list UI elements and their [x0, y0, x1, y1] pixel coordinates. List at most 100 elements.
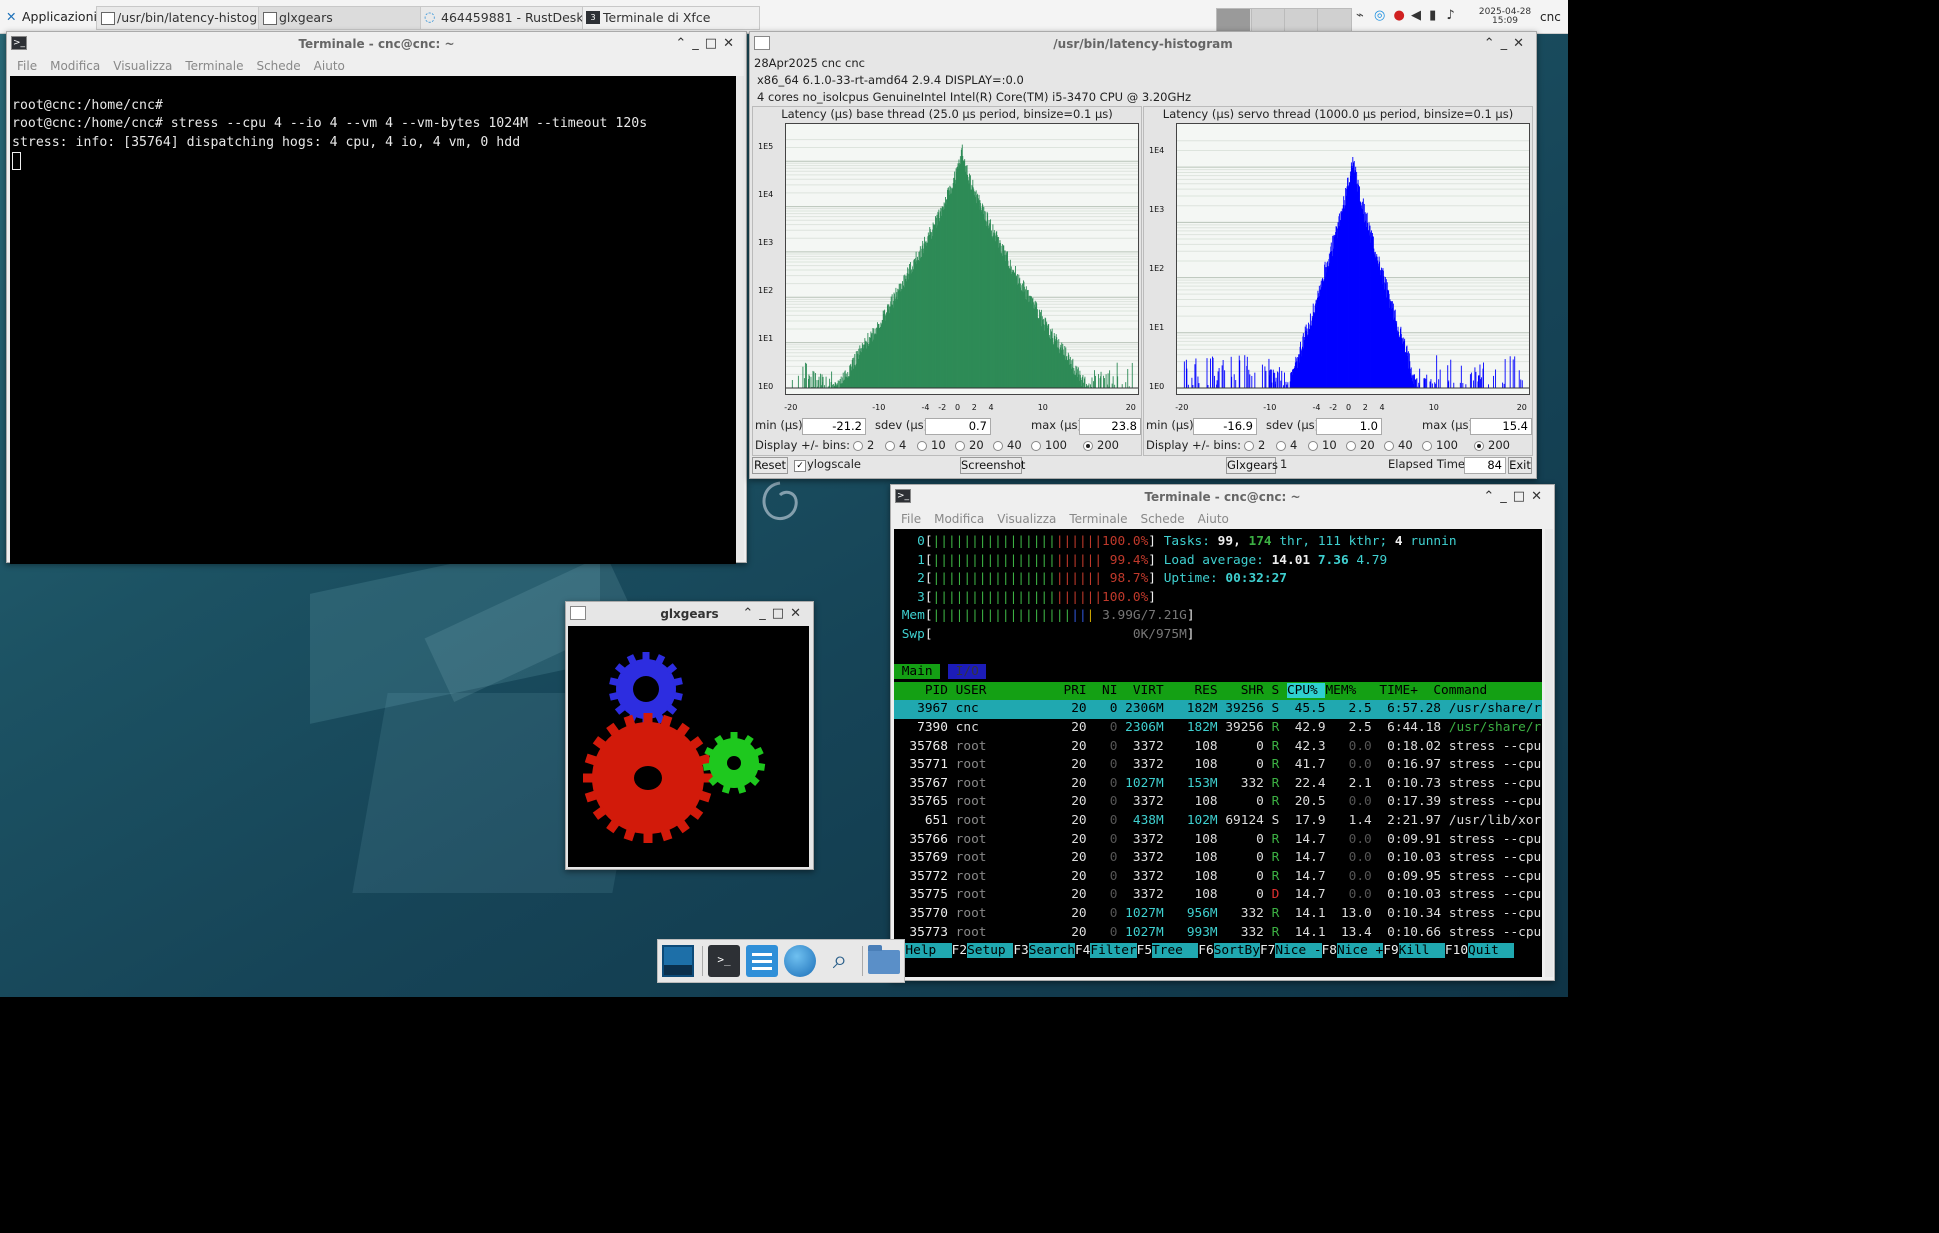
histogram-bar [1111, 383, 1113, 388]
histogram-bar [1434, 382, 1436, 388]
clock[interactable]: 2025-04-28 15:09 [1476, 8, 1534, 26]
menu-terminale[interactable]: Terminale [185, 56, 243, 76]
workspace-switcher[interactable] [1216, 8, 1352, 32]
shade-button[interactable]: ⌃ [1483, 489, 1500, 504]
shade-button[interactable]: ⌃ [675, 36, 692, 51]
minimize-button[interactable]: _ [692, 36, 705, 51]
battery-icon[interactable]: ▮ [1429, 8, 1436, 23]
maximize-button[interactable]: □ [772, 606, 790, 621]
task-terminal-group[interactable]: 3 Terminale di Xfce [582, 6, 760, 30]
terminal-cursor [12, 152, 21, 171]
histogram-bar [1448, 380, 1450, 388]
folder-icon[interactable] [868, 945, 900, 974]
close-button[interactable]: ✕ [1531, 489, 1548, 504]
bins-radio-2[interactable] [1244, 441, 1254, 451]
menu-file[interactable]: File [17, 56, 37, 76]
bins-label: Display +/- bins: [755, 438, 851, 452]
menu-visualizza[interactable]: Visualizza [113, 56, 172, 76]
close-button[interactable]: ✕ [790, 606, 807, 621]
histogram-bar [837, 380, 839, 388]
task-glxgears[interactable]: glxgears [258, 6, 436, 30]
workspace-3[interactable] [1284, 9, 1317, 31]
workspace-4[interactable] [1317, 9, 1351, 31]
workspace-1[interactable] [1217, 9, 1250, 31]
bins-radio-200[interactable] [1083, 441, 1093, 451]
task-latency-histogram[interactable]: /usr/bin/latency-histogr... [96, 6, 274, 30]
close-button[interactable]: ✕ [1513, 36, 1530, 51]
bins-radio-100[interactable] [1031, 441, 1041, 451]
bins-radio-4[interactable] [1276, 441, 1286, 451]
screenshot-button[interactable]: Screenshot [960, 457, 1025, 474]
bins-radio-10[interactable] [917, 441, 927, 451]
ylogscale-checkbox[interactable]: ✓ [794, 460, 806, 472]
applications-menu[interactable]: ✕ Applicazioni [4, 6, 97, 28]
histogram-bar [1254, 372, 1256, 388]
histogram-bar [1439, 369, 1441, 388]
minimize-button[interactable]: _ [1501, 36, 1514, 51]
bins-radio-40[interactable] [1384, 441, 1394, 451]
show-desktop-icon[interactable] [662, 945, 694, 977]
histogram-bar [1520, 379, 1522, 388]
shade-button[interactable]: ⌃ [742, 606, 759, 621]
histogram-bar [1469, 374, 1471, 388]
terminal-launcher-icon[interactable]: >_ [708, 945, 740, 977]
menu-visualizza[interactable]: Visualizza [997, 509, 1056, 529]
bins-radio-label: 100 [1045, 438, 1067, 452]
notification-bell-icon[interactable]: ♪ [1446, 8, 1454, 23]
bins-radio-20[interactable] [1346, 441, 1356, 451]
menu-terminale[interactable]: Terminale [1069, 509, 1127, 529]
file-manager-icon[interactable] [746, 945, 778, 977]
reset-button[interactable]: Reset [752, 457, 788, 474]
menu-modifica[interactable]: Modifica [934, 509, 984, 529]
web-browser-icon[interactable] [784, 945, 816, 977]
terminal-scrollbar[interactable] [1545, 529, 1553, 977]
terminal-output[interactable]: root@cnc:/home/cnc# root@cnc:/home/cnc# s… [10, 76, 736, 564]
bins-radio-4[interactable] [885, 441, 895, 451]
minimize-button[interactable]: _ [759, 606, 772, 621]
minimize-button[interactable]: _ [1500, 489, 1513, 504]
workspace-2[interactable] [1251, 9, 1284, 31]
menu-modifica[interactable]: Modifica [50, 56, 100, 76]
histogram-bar [1249, 374, 1251, 388]
app-finder-icon[interactable]: ⌕ [824, 945, 856, 977]
glxgears-button[interactable]: Glxgears [1226, 457, 1278, 474]
rustdesk-icon: ◌ [424, 10, 436, 25]
shade-button[interactable]: ⌃ [1484, 36, 1501, 51]
bins-radio-40[interactable] [993, 441, 1003, 451]
x-tick-label: -10 [1263, 403, 1277, 412]
rustdesk-tray-icon[interactable]: ◎ [1374, 8, 1385, 23]
htop-screen[interactable]: 0[||||||||||||||||||||||100.0%] Tasks: 9… [894, 529, 1542, 977]
debian-swirl-logo [762, 481, 798, 521]
histogram-bar [1127, 368, 1129, 388]
histogram-bar [812, 370, 814, 388]
histogram-bar [1231, 376, 1233, 388]
histogram-bar [1514, 356, 1516, 388]
menu-schede[interactable]: Schede [1140, 509, 1184, 529]
close-button[interactable]: ✕ [723, 36, 740, 51]
bins-radio-100[interactable] [1422, 441, 1432, 451]
task-rustdesk[interactable]: ◌ 464459881 - RustDesk [420, 6, 598, 30]
menu-schede[interactable]: Schede [256, 56, 300, 76]
x-tick-label: -4 [1312, 403, 1321, 412]
user-name[interactable]: cnc [1540, 10, 1561, 24]
cpu-meter-2: 2[|||||||||||||||||||||| 98.7%] Uptime: … [894, 571, 1287, 587]
bins-radio-10[interactable] [1308, 441, 1318, 451]
microphone-icon[interactable]: ● [1393, 8, 1404, 23]
bins-radio-20[interactable] [955, 441, 965, 451]
histogram-bar [1218, 367, 1220, 388]
maximize-button[interactable]: □ [1513, 489, 1531, 504]
menu-file[interactable]: File [901, 509, 921, 529]
histogram-bar [1277, 371, 1278, 388]
menu-aiuto[interactable]: Aiuto [314, 56, 345, 76]
network-icon[interactable]: ⌁ [1356, 8, 1364, 23]
maximize-button[interactable]: □ [705, 36, 723, 51]
bins-radio-2[interactable] [853, 441, 863, 451]
x-tick-label: -4 [921, 403, 930, 412]
histogram-bar [1217, 371, 1219, 388]
bins-radio-200[interactable] [1474, 441, 1484, 451]
terminal-scrollbar[interactable] [736, 76, 744, 560]
volume-icon[interactable]: ◀ [1411, 8, 1421, 23]
menu-aiuto[interactable]: Aiuto [1198, 509, 1229, 529]
exit-button[interactable]: Exit [1508, 457, 1532, 474]
ylogscale-label: ylogscale [807, 457, 861, 471]
